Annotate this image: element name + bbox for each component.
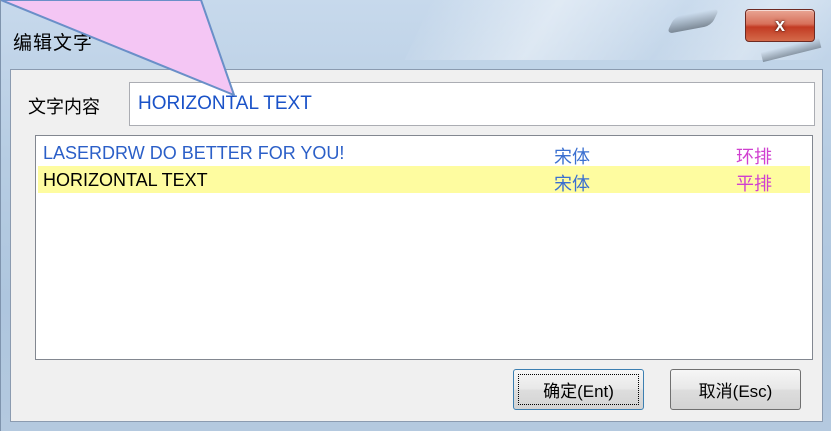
callout-pointer xyxy=(1,0,236,97)
callout-annotation xyxy=(1,0,236,97)
edit-text-dialog: 编辑文字 x 文字内容 LASERDRW DO BETTER FOR YOU! … xyxy=(0,0,831,431)
